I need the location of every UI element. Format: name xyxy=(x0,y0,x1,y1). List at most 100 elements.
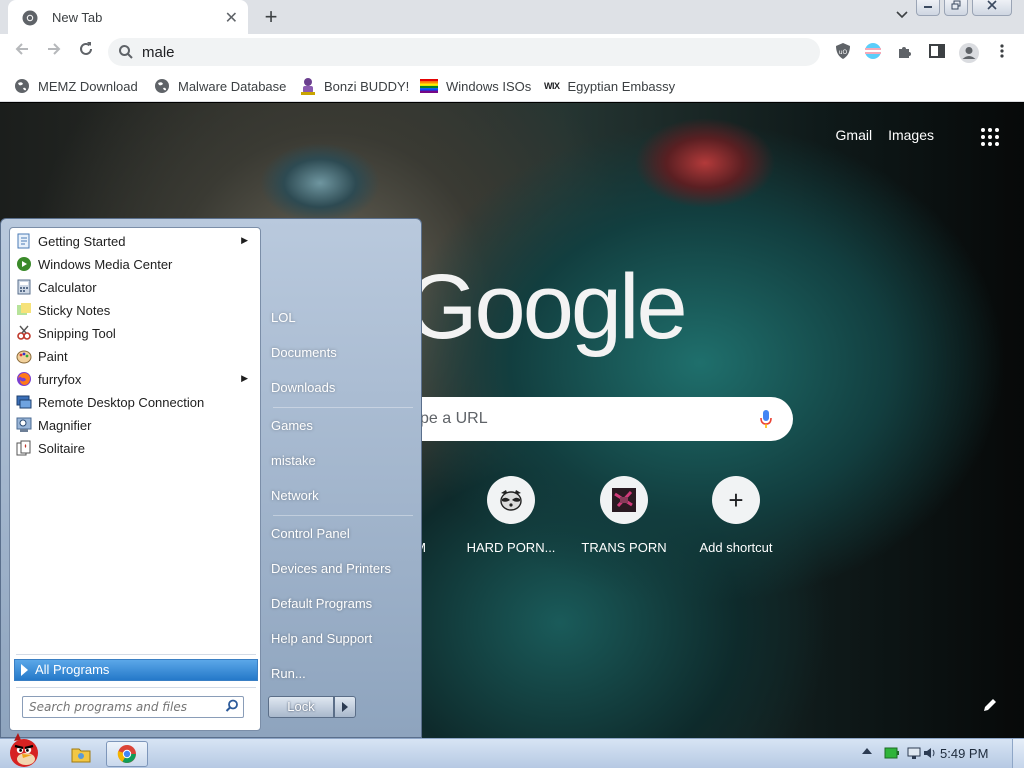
minimize-icon xyxy=(924,6,932,8)
start-menu: Getting Started ▶ Windows Media Center C… xyxy=(0,218,422,738)
program-label: Solitaire xyxy=(38,440,85,456)
place-network[interactable]: Network xyxy=(271,484,319,508)
program-remote-desktop[interactable]: Remote Desktop Connection xyxy=(12,391,258,413)
place-help-and-support[interactable]: Help and Support xyxy=(271,627,372,651)
reload-button[interactable] xyxy=(74,40,98,64)
browser-menu-icon[interactable] xyxy=(994,42,1014,62)
angry-bird-start-icon xyxy=(10,733,38,767)
place-games[interactable]: Games xyxy=(271,414,313,438)
bookmark-label: Windows ISOs xyxy=(446,78,532,94)
address-bar[interactable] xyxy=(108,38,820,66)
side-panel-icon[interactable] xyxy=(928,42,948,62)
shortcut-label: Add shortcut xyxy=(699,540,773,555)
new-tab-button[interactable]: + xyxy=(260,4,282,30)
taskbar-explorer[interactable] xyxy=(60,741,102,767)
microphone-icon[interactable] xyxy=(759,409,773,432)
program-windows-media-center[interactable]: Windows Media Center xyxy=(12,253,258,275)
media-center-icon xyxy=(17,257,31,271)
bookmark-label: Malware Database xyxy=(178,78,287,94)
plus-icon: + xyxy=(712,476,760,524)
lock-button[interactable]: Lock xyxy=(268,696,334,718)
images-link[interactable]: Images xyxy=(888,127,934,143)
close-window-button[interactable] xyxy=(972,0,1012,16)
magnifier-icon xyxy=(16,417,32,432)
profile-avatar-icon[interactable] xyxy=(958,42,979,63)
ntp-search-box[interactable]: pe a URL xyxy=(380,397,793,441)
bookmark-windows-isos[interactable]: Windows ISOs xyxy=(420,76,531,96)
minimize-button[interactable] xyxy=(916,0,940,16)
bookmark-label: Egyptian Embassy xyxy=(567,78,676,94)
start-search-input[interactable] xyxy=(29,699,215,715)
separator xyxy=(16,687,256,688)
globe-icon xyxy=(15,79,29,93)
program-solitaire[interactable]: Solitaire xyxy=(12,437,258,459)
network-icon[interactable] xyxy=(906,746,922,760)
clock[interactable]: 5:49 PM xyxy=(940,746,988,761)
place-documents[interactable]: Documents xyxy=(271,341,337,365)
tab-close-icon[interactable]: ✕ xyxy=(225,8,238,28)
google-apps-icon[interactable] xyxy=(980,127,1000,147)
shortcut-trans[interactable]: TRANS PORN xyxy=(569,476,679,555)
bookmark-egyptian-embassy[interactable]: WIX Egyptian Embassy xyxy=(544,76,675,96)
restore-button[interactable] xyxy=(944,0,968,16)
search-icon xyxy=(118,44,134,63)
shortcut-hard[interactable]: HARD PORN... xyxy=(456,476,566,555)
submenu-arrow-icon: ▶ xyxy=(241,373,248,383)
forward-arrow-icon xyxy=(48,43,61,55)
program-snipping-tool[interactable]: Snipping Tool xyxy=(12,322,258,344)
address-input[interactable] xyxy=(142,42,782,62)
bookmark-memz[interactable]: MEMZ Download xyxy=(14,76,138,96)
trans-flag-extension-icon[interactable] xyxy=(864,42,884,62)
place-devices-and-printers[interactable]: Devices and Printers xyxy=(271,557,391,581)
back-button[interactable] xyxy=(10,40,34,64)
program-paint[interactable]: Paint xyxy=(12,345,258,367)
folder-icon xyxy=(71,748,91,763)
volume-icon[interactable] xyxy=(922,746,938,760)
gmail-link[interactable]: Gmail xyxy=(836,127,873,143)
add-shortcut[interactable]: + Add shortcut xyxy=(681,476,791,555)
ublock-icon[interactable]: uO xyxy=(834,42,854,62)
plus-glyph: + xyxy=(728,485,744,515)
tab-new-tab[interactable]: New Tab ✕ xyxy=(8,0,248,34)
program-label: Calculator xyxy=(38,279,97,295)
globe-icon xyxy=(155,79,169,93)
program-furryfox[interactable]: furryfox ▶ xyxy=(12,368,258,390)
battery-icon[interactable] xyxy=(884,746,900,760)
expand-arrow-icon xyxy=(21,664,28,676)
all-programs-label: All Programs xyxy=(35,662,110,677)
place-run[interactable]: Run... xyxy=(271,662,306,686)
place-mistake[interactable]: mistake xyxy=(271,449,316,473)
all-programs-button[interactable]: All Programs xyxy=(14,659,258,681)
show-desktop-button[interactable] xyxy=(1012,739,1024,768)
extensions-icon[interactable] xyxy=(896,42,916,62)
customize-pencil-icon[interactable] xyxy=(982,697,998,718)
start-button[interactable] xyxy=(4,731,44,768)
bookmark-malware-database[interactable]: Malware Database xyxy=(154,76,286,96)
program-label: Sticky Notes xyxy=(38,302,111,318)
tab-strip: New Tab ✕ + xyxy=(0,0,1024,34)
place-control-panel[interactable]: Control Panel xyxy=(271,522,350,546)
place-lol[interactable]: LOL xyxy=(271,306,296,330)
show-hidden-icons-icon[interactable] xyxy=(862,748,872,754)
program-label: Windows Media Center xyxy=(38,256,173,272)
program-getting-started[interactable]: Getting Started ▶ xyxy=(12,230,258,252)
google-logo: Google xyxy=(406,256,688,358)
start-search-box[interactable] xyxy=(22,696,244,718)
forward-button[interactable] xyxy=(42,40,66,64)
firefox-icon xyxy=(17,372,31,386)
tab-search-icon[interactable] xyxy=(896,8,908,22)
shortcut-label: TRANS PORN xyxy=(581,540,667,555)
shutdown-options-arrow-icon[interactable] xyxy=(334,696,356,718)
program-magnifier[interactable]: Magnifier xyxy=(12,414,258,436)
place-downloads[interactable]: Downloads xyxy=(271,376,335,400)
sticky-notes-icon xyxy=(17,303,31,315)
place-default-programs[interactable]: Default Programs xyxy=(271,592,372,616)
program-calculator[interactable]: Calculator xyxy=(12,276,258,298)
taskbar-chrome[interactable] xyxy=(106,741,148,767)
chrome-icon xyxy=(117,745,136,763)
start-menu-places-pane: LOL Documents Downloads Games mistake Ne… xyxy=(265,227,415,731)
search-icon[interactable] xyxy=(225,699,239,716)
svg-text:uO: uO xyxy=(839,49,848,56)
program-sticky-notes[interactable]: Sticky Notes xyxy=(12,299,258,321)
bookmark-bonzi-buddy[interactable]: Bonzi BUDDY! xyxy=(300,76,409,96)
